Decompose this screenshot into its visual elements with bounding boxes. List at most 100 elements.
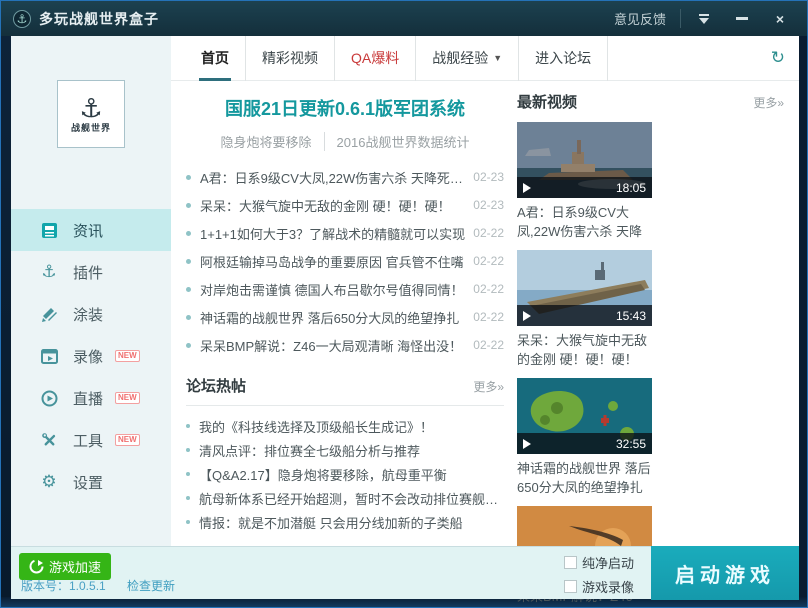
film-icon xyxy=(39,346,59,366)
app-logo-icon: ⚓ xyxy=(13,10,31,28)
news-row[interactable]: 呆呆BMP解说：Z46一大局观清晰 海怪出没！02-22 xyxy=(186,331,504,359)
sublink[interactable]: 2016战舰世界数据统计 xyxy=(324,132,482,151)
sidebar: ⚓ 战舰世界 资讯 ⚓ 插件 涂装 xyxy=(11,36,171,546)
video-overlay: 18:05 xyxy=(517,177,652,198)
app-window: ⚓ 多玩战舰世界盒子 意见反馈 × ⚓ 战舰世界 资讯 xyxy=(0,0,808,608)
news-icon xyxy=(39,220,59,240)
bullet-icon xyxy=(186,496,190,500)
sidebar-item-label: 工具 xyxy=(73,430,103,451)
forum-post-title: 【Q&A2.17】隐身炮将要移除，航母重平衡 xyxy=(199,465,447,484)
video-caption: A君：日系9级CV大凤,22W伤害六杀 天降死神！ xyxy=(517,203,652,241)
bullet-icon xyxy=(186,175,191,180)
forum-row[interactable]: 航母新体系已经开始超测，暂时不会改动排位赛舰船等 xyxy=(186,486,504,510)
videos-section-header: 最新视频 更多» xyxy=(517,91,784,112)
forum-post-title: 情报：就是不加潜艇 只会用分线加新的子类船 xyxy=(199,513,463,532)
sidebar-item-tools[interactable]: 工具 NEW xyxy=(11,419,171,461)
paint-icon xyxy=(39,304,59,324)
video-overlay: 32:55 xyxy=(517,433,652,454)
news-row[interactable]: 呆呆：大猴气旋中无敌的金刚 硬！硬！硬！02-23 xyxy=(186,191,504,219)
news-date: 02-22 xyxy=(473,310,504,324)
forum-row[interactable]: 我的《科技线选择及顶级船长生成记》！ xyxy=(186,414,504,438)
forum-row[interactable]: 清风点评：排位赛全七级船分析与推荐 xyxy=(186,438,504,462)
sublink[interactable]: 隐身炮将要移除 xyxy=(209,132,324,151)
game-boost-button[interactable]: 游戏加速 xyxy=(19,553,111,580)
bullet-icon xyxy=(186,424,190,428)
launch-game-button[interactable]: 启动游戏 xyxy=(651,546,799,600)
main-content: 首页 精彩视频 QA爆料 战舰经验 ▼ 进入论坛 ↻ 国服21日更新0.6.1版… xyxy=(171,36,799,546)
app-title: 多玩战舰世界盒子 xyxy=(39,9,159,29)
sidebar-item-skins[interactable]: 涂装 xyxy=(11,293,171,335)
news-row[interactable]: 对岸炮击需谨慎 德国人布吕歇尔号值得同情！02-22 xyxy=(186,275,504,303)
checkbox-label: 纯净启动 xyxy=(582,553,634,572)
tab-home[interactable]: 首页 xyxy=(185,36,246,81)
video-card[interactable]: 32:55 神话霜的战舰世界 落后650分大凤的绝望挣扎 xyxy=(517,378,652,497)
tools-icon xyxy=(39,430,59,450)
video-caption: 呆呆：大猴气旋中无敌的金刚 硬！硬！硬！ xyxy=(517,331,652,369)
news-row[interactable]: 神话霜的战舰世界 落后650分大凤的绝望挣扎02-22 xyxy=(186,303,504,331)
new-badge: NEW xyxy=(115,392,140,404)
video-thumbnail: 32:55 xyxy=(517,378,652,454)
headline-sublinks: 隐身炮将要移除 2016战舰世界数据统计 xyxy=(186,132,504,151)
news-title: 呆呆：大猴气旋中无敌的金刚 硬！硬！硬！ xyxy=(200,196,465,215)
bullet-icon xyxy=(186,448,190,452)
skin-dropdown-icon[interactable] xyxy=(689,8,719,30)
sidebar-item-news[interactable]: 资讯 xyxy=(11,209,171,251)
news-column: 国服21日更新0.6.1版军团系统 隐身炮将要移除 2016战舰世界数据统计 A… xyxy=(186,81,504,608)
bullet-icon xyxy=(186,287,191,292)
news-date: 02-22 xyxy=(473,254,504,268)
news-row[interactable]: 阿根廷输掉马岛战争的重要原因 官兵管不住嘴02-22 xyxy=(186,247,504,275)
forum-section-header: 论坛热帖 更多» xyxy=(186,375,504,406)
video-caption: 神话霜的战舰世界 落后650分大凤的绝望挣扎 xyxy=(517,459,652,497)
window-frame-left xyxy=(1,36,11,599)
videos-more-link[interactable]: 更多» xyxy=(753,94,784,111)
videos-title: 最新视频 xyxy=(517,91,577,112)
game-record-option[interactable]: 游戏录像 xyxy=(564,577,634,596)
news-row[interactable]: A君：日系9级CV大凤,22W伤害六杀 天降死神！02-23 xyxy=(186,163,504,191)
sidebar-item-label: 录像 xyxy=(73,346,103,367)
launch-options: 纯净启动 游戏录像 xyxy=(564,553,634,601)
tab-videos[interactable]: 精彩视频 xyxy=(246,36,335,81)
chevron-down-icon: ▼ xyxy=(493,53,502,63)
bullet-icon xyxy=(186,520,190,524)
forum-row[interactable]: 【Q&A2.17】隐身炮将要移除，航母重平衡 xyxy=(186,462,504,486)
forum-post-title: 我的《科技线选择及顶级船长生成记》！ xyxy=(199,417,433,436)
news-title: 呆呆BMP解说：Z46一大局观清晰 海怪出没！ xyxy=(200,336,465,355)
checkbox-label: 游戏录像 xyxy=(582,577,634,596)
bottom-bar: 游戏加速 版本号：1.0.5.1 检查更新 纯净启动 游戏录像 启动游戏 xyxy=(11,546,799,599)
video-card[interactable]: 15:43 呆呆：大猴气旋中无敌的金刚 硬！硬！硬！ xyxy=(517,250,652,369)
feedback-link[interactable]: 意见反馈 xyxy=(614,9,681,28)
tab-forum[interactable]: 进入论坛 xyxy=(519,36,608,81)
news-row[interactable]: 1+1+1如何大于3？了解战术的精髓就可以实现02-22 xyxy=(186,219,504,247)
forum-row[interactable]: 情报：就是不加潜艇 只会用分线加新的子类船 xyxy=(186,510,504,534)
refresh-icon[interactable]: ↻ xyxy=(771,48,785,68)
bullet-icon xyxy=(186,472,190,476)
tab-experience[interactable]: 战舰经验 ▼ xyxy=(416,36,519,81)
video-duration: 15:43 xyxy=(616,309,646,323)
sidebar-menu: 资讯 ⚓ 插件 涂装 录像 NEW xyxy=(11,209,171,503)
sidebar-item-plugins[interactable]: ⚓ 插件 xyxy=(11,251,171,293)
logo-text: 战舰世界 xyxy=(71,121,111,134)
forum-more-link[interactable]: 更多» xyxy=(473,378,504,395)
news-title: A君：日系9级CV大凤,22W伤害六杀 天降死神！ xyxy=(200,168,465,187)
clean-start-option[interactable]: 纯净启动 xyxy=(564,553,634,572)
new-badge: NEW xyxy=(115,350,140,362)
news-title: 对岸炮击需谨慎 德国人布吕歇尔号值得同情！ xyxy=(200,280,465,299)
sidebar-item-replays[interactable]: 录像 NEW xyxy=(11,335,171,377)
video-grid: 18:05 A君：日系9级CV大凤,22W伤害六杀 天降死神！ 15:43 xyxy=(517,122,784,608)
video-card[interactable]: 18:05 A君：日系9级CV大凤,22W伤害六杀 天降死神！ xyxy=(517,122,652,241)
new-badge: NEW xyxy=(115,434,140,446)
checkbox-clean-start[interactable] xyxy=(564,556,577,569)
bullet-icon xyxy=(186,259,191,264)
tab-experience-label: 战舰经验 xyxy=(432,48,488,68)
tab-bar: 首页 精彩视频 QA爆料 战舰经验 ▼ 进入论坛 ↻ xyxy=(171,36,799,81)
forum-list: 我的《科技线选择及顶级船长生成记》！ 清风点评：排位赛全七级船分析与推荐 【Q&… xyxy=(186,414,504,534)
tab-qa-news[interactable]: QA爆料 xyxy=(335,36,416,81)
close-icon[interactable]: × xyxy=(765,8,795,30)
main-headline[interactable]: 国服21日更新0.6.1版军团系统 xyxy=(186,95,504,121)
sidebar-item-settings[interactable]: ⚙ 设置 xyxy=(11,461,171,503)
minimize-icon[interactable] xyxy=(727,8,757,30)
sidebar-item-live[interactable]: 直播 NEW xyxy=(11,377,171,419)
bullet-icon xyxy=(186,203,191,208)
checkbox-game-record[interactable] xyxy=(564,580,577,593)
check-update-link[interactable]: 检查更新 xyxy=(127,579,175,593)
